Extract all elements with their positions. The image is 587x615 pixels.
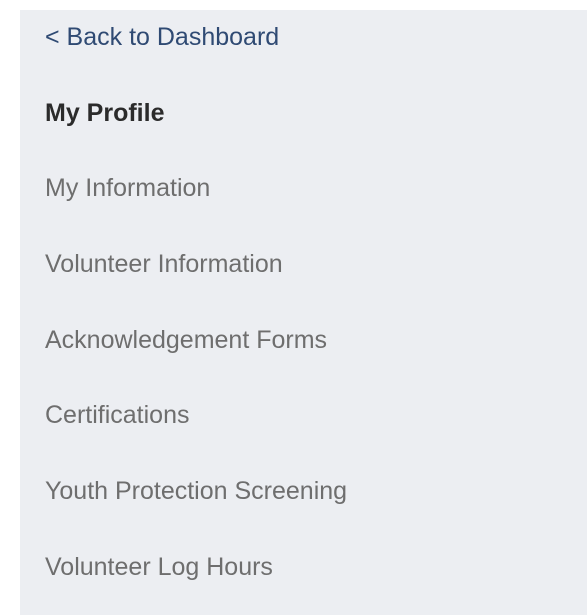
sidebar-item-youth-protection-screening[interactable]: Youth Protection Screening bbox=[45, 475, 347, 507]
profile-sidebar: < Back to Dashboard My Profile My Inform… bbox=[20, 10, 587, 615]
sidebar-item-volunteer-information[interactable]: Volunteer Information bbox=[45, 248, 283, 280]
sidebar-item-volunteer-log-hours[interactable]: Volunteer Log Hours bbox=[45, 551, 273, 583]
sidebar-item-my-information[interactable]: My Information bbox=[45, 172, 210, 204]
sidebar-item-certifications[interactable]: Certifications bbox=[45, 399, 190, 431]
back-to-dashboard-link[interactable]: < Back to Dashboard bbox=[45, 21, 279, 53]
sidebar-item-acknowledgement-forms[interactable]: Acknowledgement Forms bbox=[45, 324, 327, 356]
section-title-my-profile: My Profile bbox=[45, 99, 165, 127]
